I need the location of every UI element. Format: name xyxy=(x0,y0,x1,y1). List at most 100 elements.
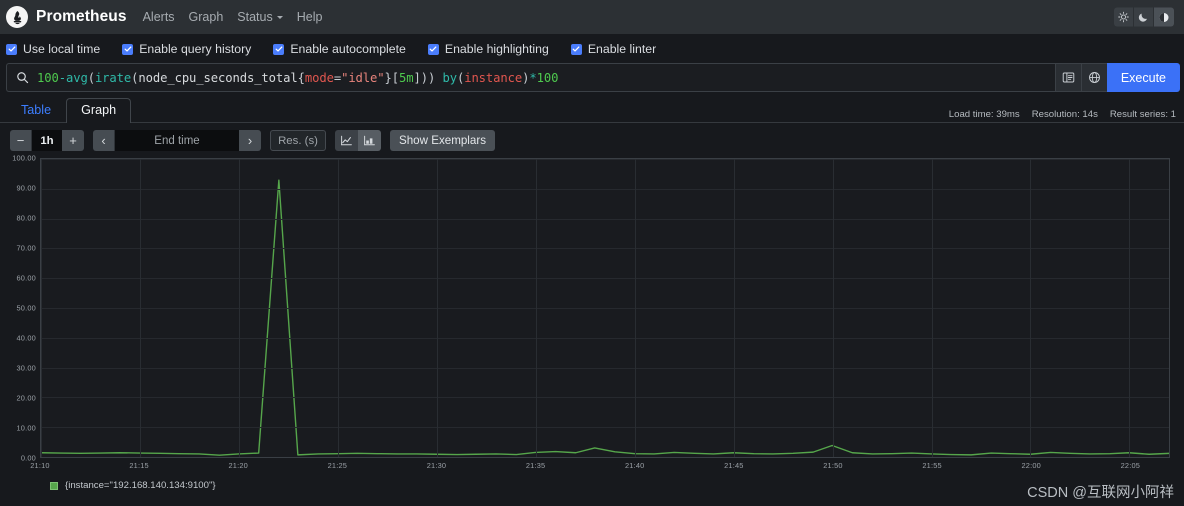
checkbox-enable-query-history-label: Enable query history xyxy=(139,42,252,56)
nav-link-help-label: Help xyxy=(296,10,323,24)
checkbox-use-local-time[interactable]: Use local time xyxy=(6,42,100,56)
x-axis-tick: 21:35 xyxy=(525,461,546,470)
y-axis-tick: 80.00 xyxy=(16,213,36,223)
graph-panel: 0.00 10.00 20.00 30.00 40.00 50.00 60.00 70.00 8… xyxy=(0,154,1184,491)
gridline-horizontal xyxy=(41,248,1169,250)
nav-link-status-label: Status xyxy=(237,10,273,24)
gridline-vertical xyxy=(931,159,933,457)
next-time-button[interactable]: › xyxy=(239,130,261,151)
graph-controls: − 1h + ‹ End time › Res. (s) Show Exempl… xyxy=(0,123,1184,158)
navbar: Prometheus Alerts Graph Status Help xyxy=(0,0,1184,34)
x-axis-tick: 21:10 xyxy=(30,461,50,470)
line-chart-icon[interactable] xyxy=(335,130,358,151)
checkbox-enable-linter[interactable]: Enable linter xyxy=(570,42,657,56)
x-axis-tick: 21:50 xyxy=(823,461,843,470)
nav-link-graph[interactable]: Graph xyxy=(189,10,224,24)
metrics-explorer-icon[interactable] xyxy=(1054,63,1081,92)
checkbox-enable-query-history[interactable]: Enable query history xyxy=(122,42,251,56)
gridline-vertical xyxy=(139,159,141,457)
chart-type-toggle xyxy=(335,130,381,151)
range-selector: − 1h + xyxy=(10,130,84,151)
y-axis-tick: 100.00 xyxy=(12,153,36,163)
y-axis-tick: 70.00 xyxy=(16,243,36,253)
checkbox-use-local-time-label: Use local time xyxy=(23,42,101,56)
gridline-vertical xyxy=(337,159,339,457)
end-time-input[interactable]: End time xyxy=(115,130,239,151)
resolution-input[interactable]: Res. (s) xyxy=(270,130,326,151)
previous-time-button[interactable]: ‹ xyxy=(93,130,115,151)
nav-link-status[interactable]: Status xyxy=(237,10,283,24)
stat-load-time: Load time: 39ms xyxy=(948,109,1020,120)
gridline-horizontal xyxy=(41,218,1169,220)
gridline-vertical xyxy=(733,159,735,457)
theme-toggle-group xyxy=(1114,7,1174,27)
gridline-vertical xyxy=(41,159,42,457)
end-time-selector: ‹ End time › xyxy=(93,130,261,151)
checkbox-enable-linter-label: Enable linter xyxy=(587,42,657,56)
search-icon xyxy=(7,71,37,84)
theme-dark-button[interactable] xyxy=(1134,7,1154,27)
theme-auto-button[interactable] xyxy=(1154,7,1174,27)
series-polyline xyxy=(41,180,1169,455)
checkbox-enable-highlighting[interactable]: Enable highlighting xyxy=(427,42,549,56)
chart-legend: {instance="192.168.140.134:9100"} xyxy=(2,474,1170,491)
tab-graph[interactable]: Graph xyxy=(66,97,132,123)
gridline-horizontal xyxy=(41,308,1169,309)
plot-area[interactable] xyxy=(40,158,1170,458)
range-input[interactable]: 1h xyxy=(32,130,62,151)
stat-resolution: Resolution: 14s xyxy=(1031,109,1098,120)
gridline-vertical xyxy=(535,159,537,457)
query-input[interactable]: 100-avg(irate(node_cpu_seconds_total{mod… xyxy=(6,63,1055,92)
y-axis-tick: 60.00 xyxy=(16,273,36,283)
nav-link-alerts-label: Alerts xyxy=(142,10,175,24)
gridline-vertical xyxy=(238,159,240,457)
checkmark-icon xyxy=(427,43,439,55)
x-axis-tick: 21:40 xyxy=(624,461,645,470)
x-axis-tick: 21:20 xyxy=(228,461,248,470)
checkmark-icon xyxy=(122,43,134,55)
chevron-down-icon xyxy=(276,15,283,19)
checkmark-icon xyxy=(273,43,285,55)
legend-color-swatch xyxy=(50,481,58,490)
brand-name[interactable]: Prometheus xyxy=(36,8,127,26)
stat-result-series: Result series: 1 xyxy=(1109,109,1176,120)
query-expression: 100-avg(irate(node_cpu_seconds_total{mod… xyxy=(37,70,559,85)
x-axis-tick: 21:55 xyxy=(922,461,942,470)
x-axis-tick: 21:15 xyxy=(129,461,149,470)
gridline-horizontal xyxy=(41,427,1169,429)
tab-table[interactable]: Table xyxy=(6,98,66,123)
legend-item[interactable]: {instance="192.168.140.134:9100"} xyxy=(50,480,216,491)
checkmark-icon xyxy=(6,43,17,55)
y-axis-tick: 30.00 xyxy=(16,363,36,373)
gridline-horizontal xyxy=(41,367,1169,369)
y-axis-tick: 90.00 xyxy=(16,183,36,193)
nav-link-graph-label: Graph xyxy=(188,10,224,24)
query-bar: 100-avg(irate(node_cpu_seconds_total{mod… xyxy=(0,63,1184,92)
checkbox-enable-autocomplete[interactable]: Enable autocomplete xyxy=(273,42,406,56)
x-axis-tick: 21:45 xyxy=(724,461,744,470)
result-tabs: Table Graph Load time: 39ms Resolution: … xyxy=(0,92,1184,123)
y-axis-tick: 50.00 xyxy=(16,303,36,313)
increase-range-button[interactable]: + xyxy=(62,130,84,151)
x-axis-tick: 22:05 xyxy=(1120,461,1141,470)
gridline-vertical xyxy=(634,159,636,457)
gridline-horizontal xyxy=(41,337,1169,339)
query-stats: Load time: 39ms Resolution: 14s Result s… xyxy=(949,109,1176,120)
checkbox-enable-highlighting-label: Enable highlighting xyxy=(444,42,549,56)
prometheus-torch-icon xyxy=(6,6,28,28)
y-axis-tick: 20.00 xyxy=(16,393,36,403)
gridline-horizontal xyxy=(41,397,1169,399)
watermark: CSDN @互联网小阿祥 xyxy=(1027,485,1174,501)
stacked-chart-icon[interactable] xyxy=(358,130,381,151)
nav-links: Alerts Graph Status Help xyxy=(143,10,323,24)
show-exemplars-button[interactable]: Show Exemplars xyxy=(390,130,495,151)
globe-icon[interactable] xyxy=(1080,63,1107,92)
gridline-vertical xyxy=(436,159,438,457)
nav-link-alerts[interactable]: Alerts xyxy=(143,10,175,24)
legend-label: {instance="192.168.140.134:9100"} xyxy=(65,480,216,491)
execute-button[interactable]: Execute xyxy=(1106,63,1180,92)
theme-light-button[interactable] xyxy=(1114,7,1134,27)
nav-link-help[interactable]: Help xyxy=(297,10,323,24)
decrease-range-button[interactable]: − xyxy=(10,130,32,151)
gridline-vertical xyxy=(832,159,834,457)
